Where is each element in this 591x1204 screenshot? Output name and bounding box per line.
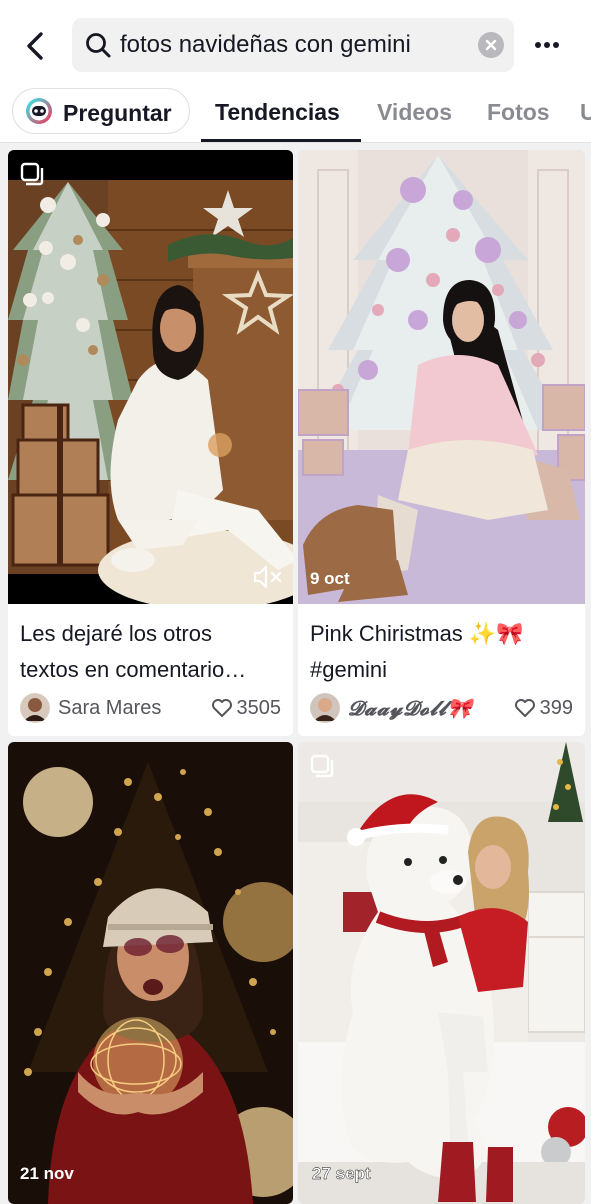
avatar[interactable] [310,693,340,723]
result-card[interactable]: 21 nov [8,742,293,1204]
search-icon [86,33,111,58]
ask-ai-icon [26,98,52,124]
photo-thumbnail[interactable]: 27 sept [298,742,585,1204]
like-count[interactable]: 3505 [211,692,282,724]
photo-thumbnail[interactable]: 9 oct [298,150,585,604]
result-card[interactable]: 27 sept [298,742,585,1204]
card-caption: Pink Chiristmas ✨🎀 #gemini [310,616,575,688]
avatar[interactable] [20,693,50,723]
chevron-left-icon [27,32,43,60]
result-card[interactable]: 9 oct Pink Chiristmas ✨🎀 #gemini 𝓓𝓪𝓪𝔂𝓓𝓸𝓵… [298,150,585,736]
caption-line: Pink Chiristmas ✨🎀 [310,621,524,646]
clear-icon [485,39,497,51]
heart-icon [211,699,232,717]
heart-icon [514,699,535,717]
date-label: 27 sept [312,1164,371,1183]
active-tab-indicator [201,139,361,142]
video-thumbnail[interactable] [8,150,293,604]
ask-button[interactable]: Preguntar [12,88,190,134]
more-icon [535,42,559,48]
search-bar[interactable]: fotos navideñas con gemini [72,18,514,72]
caption-line: Les dejaré los otros [20,621,212,646]
photo-thumbnail[interactable]: 21 nov [8,742,293,1204]
tab-tendencias[interactable]: Tendencias [215,99,340,126]
like-count[interactable]: 399 [514,692,573,724]
author-row[interactable]: 𝓓𝓪𝓪𝔂𝓓𝓸𝓵𝓵🎀 [310,692,473,724]
date-label: 21 nov [20,1164,74,1183]
card-caption: Les dejaré los otros textos en comentari… [20,616,283,688]
top-bar: fotos navideñas con gemini [0,0,591,88]
tab-bar: Preguntar Tendencias Videos Fotos U [0,88,591,143]
author-name[interactable]: Sara Mares [58,697,161,720]
result-card[interactable]: Les dejaré los otros textos en comentari… [8,150,293,736]
ask-label: Preguntar [63,100,172,126]
caption-line: #gemini [310,657,388,682]
tab-videos[interactable]: Videos [377,99,452,126]
back-button[interactable] [18,28,52,64]
caption-line: textos en comentario… [20,657,247,682]
tab-fotos[interactable]: Fotos [487,99,550,126]
more-options-button[interactable] [530,30,564,60]
tab-more[interactable]: U [580,99,591,126]
likes-value: 399 [539,696,573,719]
search-input[interactable]: fotos navideñas con gemini [120,31,411,59]
clear-search-button[interactable] [478,32,504,58]
author-name[interactable]: 𝓓𝓪𝓪𝔂𝓓𝓸𝓵𝓵🎀 [348,696,473,720]
author-row[interactable]: Sara Mares [20,692,161,724]
likes-value: 3505 [236,696,282,719]
date-label: 9 oct [310,569,350,588]
